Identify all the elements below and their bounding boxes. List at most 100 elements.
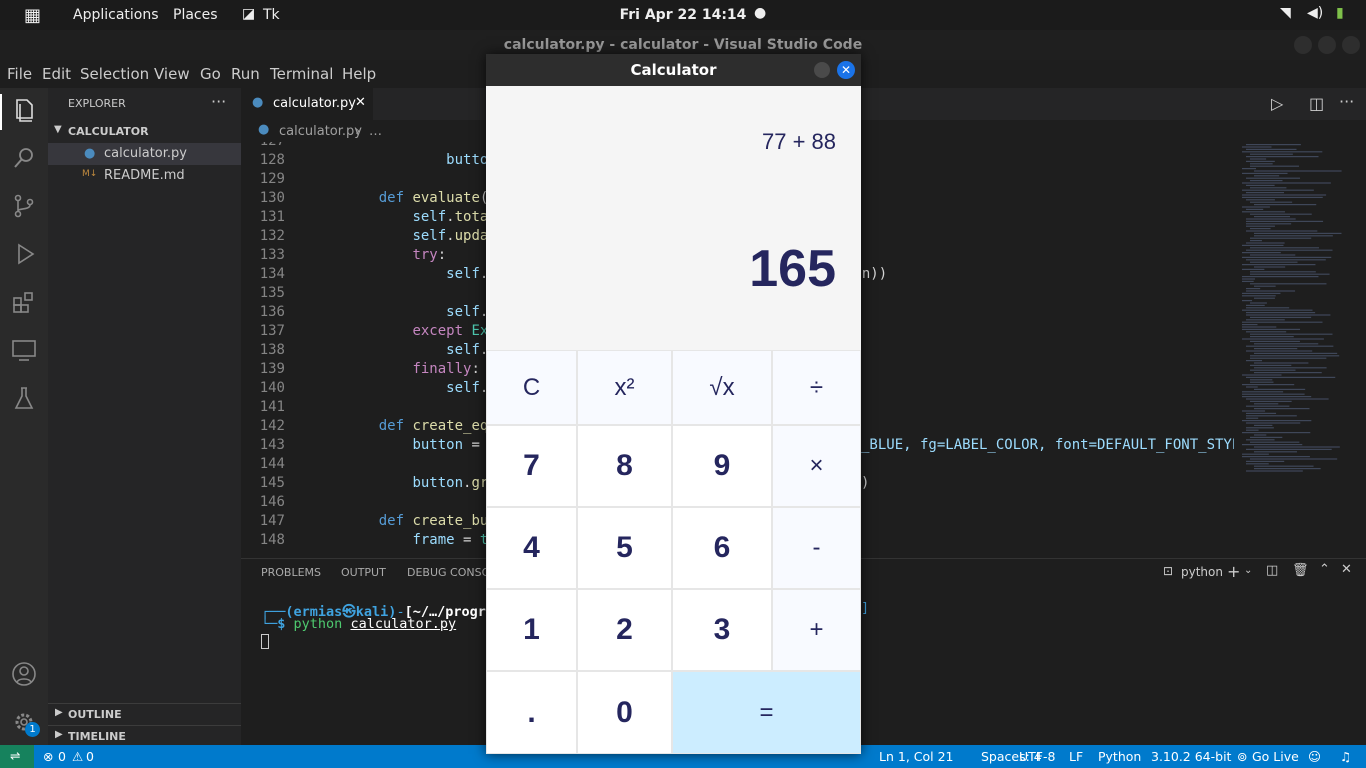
code-line[interactable]: 144 — [241, 456, 345, 475]
cursor-position[interactable]: Ln 1, Col 21 — [879, 749, 954, 764]
code-line[interactable]: 135 — [241, 285, 345, 304]
close-panel-icon[interactable]: ✕ — [1341, 562, 1352, 577]
remote-indicator[interactable]: ⇌ — [0, 745, 34, 768]
key-digit-button[interactable]: 7 — [487, 426, 576, 506]
run-file-icon[interactable]: ▷ — [1271, 94, 1283, 113]
run-debug-icon[interactable] — [10, 240, 38, 268]
minimize-button[interactable] — [814, 62, 830, 78]
close-tab-icon[interactable]: ✕ — [355, 95, 366, 110]
chevron-down-icon[interactable]: ⌄ — [1244, 565, 1252, 576]
code-line[interactable]: 147 def create_button — [241, 513, 522, 532]
code-line[interactable]: 143 button = tk.E_BLUE, fg=LABEL_COLOR, … — [241, 437, 1234, 456]
volume-icon[interactable]: ◀) — [1307, 5, 1323, 21]
key-digit-button[interactable]: 5 — [578, 508, 671, 588]
key-op-button[interactable]: × — [773, 426, 860, 506]
close-window-button[interactable] — [1342, 36, 1360, 54]
key-op-button[interactable]: x² — [578, 351, 671, 424]
more-actions-icon[interactable]: ··· — [211, 92, 226, 111]
source-control-icon[interactable] — [10, 192, 38, 220]
split-terminal-icon[interactable]: ◫ — [1266, 563, 1278, 578]
key-digit-button[interactable]: 6 — [673, 508, 771, 588]
key-op-button[interactable]: C — [487, 351, 576, 424]
menu-file[interactable]: File — [7, 65, 32, 83]
code-line[interactable]: 141 — [241, 399, 345, 418]
errors-icon[interactable]: ⊗ — [43, 749, 53, 764]
code-line[interactable]: 145 button.grid(r) — [241, 475, 870, 494]
maximize-button[interactable] — [1318, 36, 1336, 54]
maximize-panel-icon[interactable]: ⌃ — [1319, 562, 1330, 577]
code-line[interactable]: 134 self.currion)) — [241, 266, 887, 285]
language-mode[interactable]: Python — [1098, 749, 1141, 764]
key-op-button[interactable]: √x — [673, 351, 771, 424]
key-digit-button[interactable]: 1 — [487, 590, 576, 670]
accounts-icon[interactable] — [10, 660, 38, 688]
code-line[interactable]: 142 def create_equals — [241, 418, 522, 437]
timeline-section[interactable]: ▶ TIMELINE — [48, 725, 241, 745]
end-of-line[interactable]: LF — [1069, 749, 1083, 764]
key-op-button[interactable]: - — [773, 508, 860, 588]
go-live-button[interactable]: Go Live — [1252, 749, 1299, 764]
feedback-icon[interactable]: ☺ — [1308, 749, 1321, 764]
testing-icon[interactable] — [10, 384, 38, 412]
interpreter-version[interactable]: 3.10.2 64-bit — [1151, 749, 1231, 764]
code-line[interactable]: 137 except Except — [241, 323, 522, 342]
menu-terminal[interactable]: Terminal — [270, 65, 333, 83]
explorer-icon[interactable] — [10, 96, 38, 124]
menu-help[interactable]: Help — [342, 65, 376, 83]
code-line[interactable]: 131 self.total_ex — [241, 209, 522, 228]
key-op-button[interactable]: + — [773, 590, 860, 670]
code-line[interactable]: 148 frame = tk.Fr — [241, 532, 522, 551]
clock[interactable]: Fri Apr 22 14:14 — [0, 7, 1366, 23]
code-line[interactable]: 139 finally: — [241, 361, 480, 380]
search-icon[interactable] — [10, 144, 38, 172]
key-digit-button[interactable]: 2 — [578, 590, 671, 670]
more-actions-icon[interactable]: ··· — [1339, 92, 1354, 111]
tab-calculator-py[interactable]: ● calculator.py ✕ — [241, 88, 373, 120]
menu-selection[interactable]: Selection — [80, 65, 149, 83]
file-calculator-py[interactable]: ● calculator.py — [48, 143, 241, 165]
key-digit-button[interactable]: 3 — [673, 590, 771, 670]
file-readme-md[interactable]: M↓ README.md — [48, 165, 241, 187]
breadcrumb-file[interactable]: calculator.py — [279, 124, 362, 139]
error-count[interactable]: 0 — [58, 749, 66, 764]
code-line[interactable]: 132 self.update_t — [241, 228, 522, 247]
code-line[interactable]: 133 try: — [241, 247, 446, 266]
warning-icon[interactable]: ⚠ — [72, 749, 83, 764]
split-editor-icon[interactable]: ◫ — [1309, 94, 1324, 113]
trash-icon[interactable]: 🗑 — [1292, 563, 1309, 578]
key-digit-button[interactable]: 0 — [578, 672, 671, 753]
tab-debug-console[interactable]: DEBUG CONSO — [407, 566, 490, 579]
minimize-button[interactable] — [1294, 36, 1312, 54]
folder-calculator[interactable]: ▼ CALCULATOR — [48, 122, 241, 142]
key-digit-button[interactable]: 4 — [487, 508, 576, 588]
menu-go[interactable]: Go — [200, 65, 221, 83]
menu-view[interactable]: View — [154, 65, 190, 83]
battery-icon[interactable]: ▮ — [1336, 5, 1344, 21]
menu-edit[interactable]: Edit — [42, 65, 71, 83]
extensions-icon[interactable] — [10, 288, 38, 316]
outline-section[interactable]: ▶ OUTLINE — [48, 703, 241, 725]
code-line[interactable]: 127 — [241, 142, 345, 152]
key-digit-button[interactable]: . — [487, 672, 576, 753]
code-line[interactable]: 146 — [241, 494, 345, 513]
key-digit-button[interactable]: 9 — [673, 426, 771, 506]
tab-problems[interactable]: PROBLEMS — [261, 566, 321, 579]
key-equals-button[interactable]: = — [673, 672, 860, 753]
menu-run[interactable]: Run — [231, 65, 260, 83]
new-terminal-icon[interactable]: + — [1227, 562, 1240, 581]
code-line[interactable]: 140 self.upda — [241, 380, 522, 399]
warning-count[interactable]: 0 — [86, 749, 94, 764]
remote-explorer-icon[interactable] — [10, 336, 38, 364]
key-digit-button[interactable]: 8 — [578, 426, 671, 506]
tab-output[interactable]: OUTPUT — [341, 566, 386, 579]
key-op-button[interactable]: ÷ — [773, 351, 860, 424]
code-line[interactable]: 130 def evaluate(self — [241, 190, 522, 209]
breadcrumb-symbol[interactable]: … — [369, 124, 382, 139]
code-line[interactable]: 138 self.curr — [241, 342, 522, 361]
close-icon[interactable]: ✕ — [837, 61, 855, 79]
wifi-icon[interactable]: ◥ — [1280, 5, 1291, 21]
code-line[interactable]: 136 self.tota — [241, 304, 522, 323]
encoding[interactable]: UTF-8 — [1019, 749, 1055, 764]
code-line[interactable]: 129 — [241, 171, 345, 190]
notifications-bell-icon[interactable]: ♫ — [1340, 749, 1351, 764]
